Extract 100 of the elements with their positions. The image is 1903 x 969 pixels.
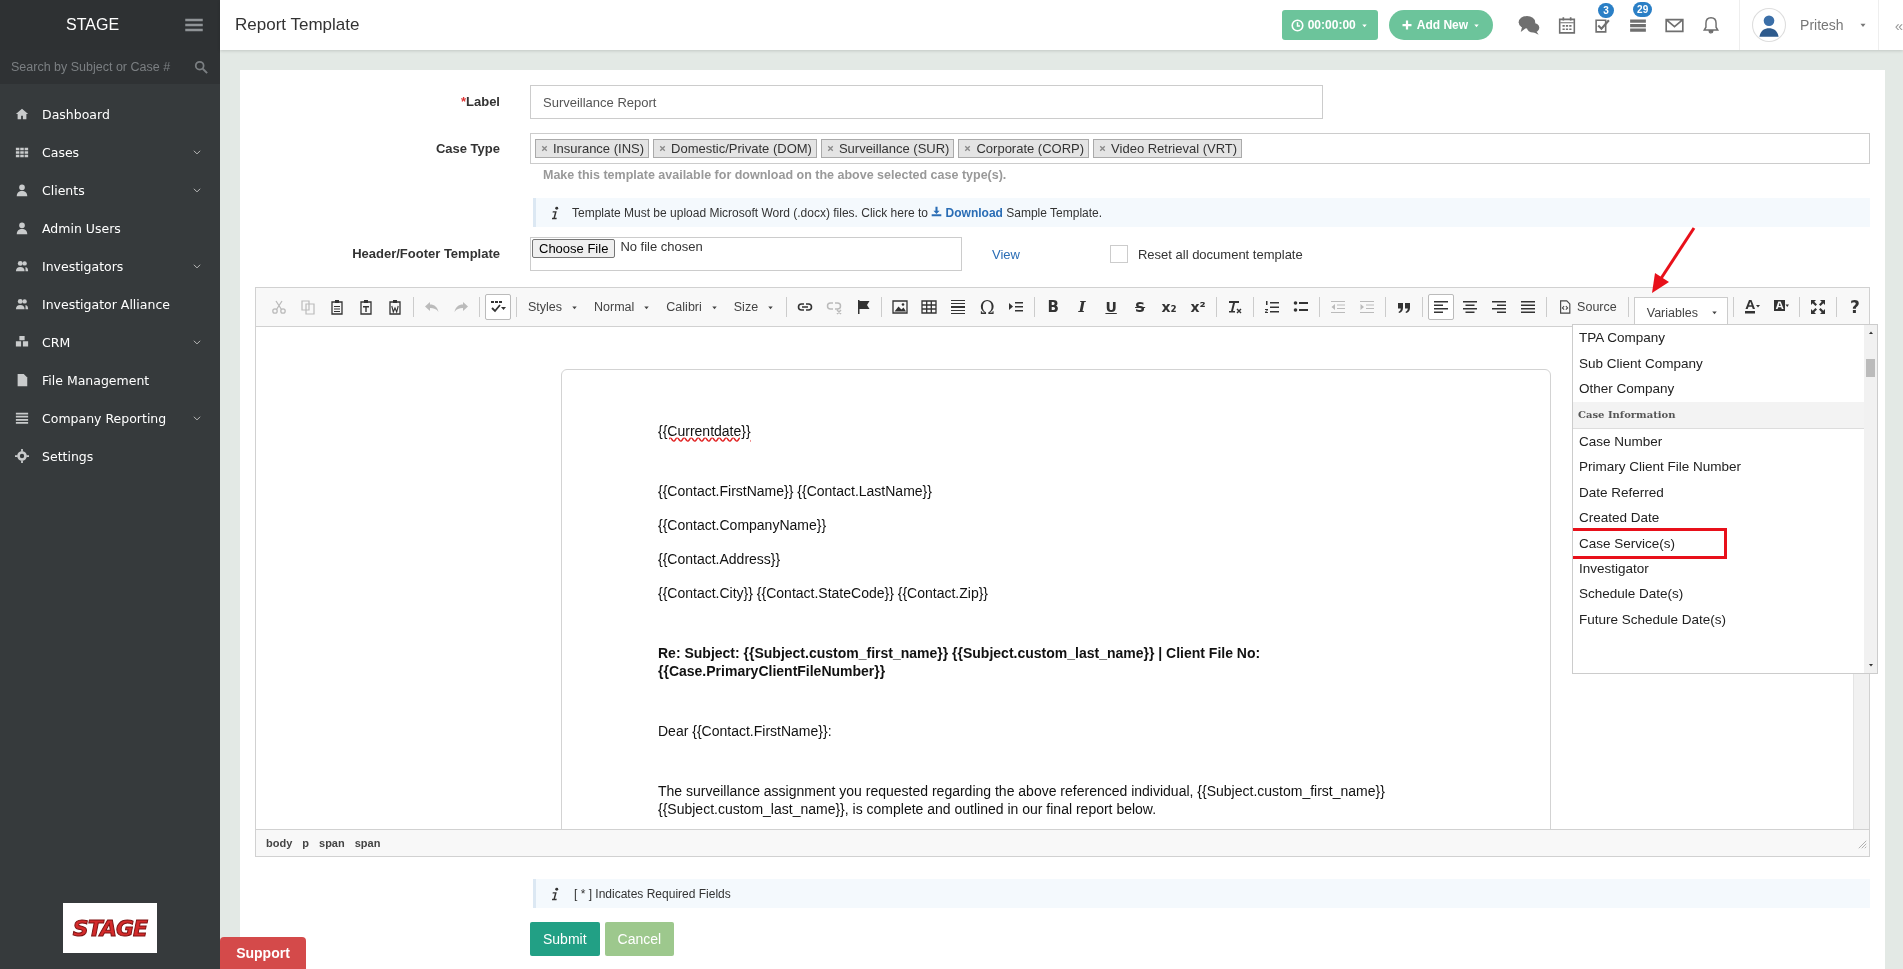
scroll-down-icon xyxy=(1866,661,1875,669)
cubes-icon xyxy=(15,335,29,349)
format-button[interactable]: U xyxy=(1098,294,1125,320)
file-field[interactable]: Choose File No file chosen xyxy=(530,237,962,271)
sidebar-item[interactable]: Clients xyxy=(0,171,220,209)
menu-item[interactable]: Case Number xyxy=(1573,428,1862,454)
menu-item[interactable]: Schedule Date(s) xyxy=(1573,581,1862,607)
user-menu[interactable]: Pritesh xyxy=(1752,8,1868,42)
case-type-tag[interactable]: Surveillance (SUR) xyxy=(820,139,955,158)
format-button[interactable]: x₂ xyxy=(1156,294,1183,320)
copy-icon xyxy=(300,299,316,315)
text-color-icon xyxy=(1743,299,1760,315)
label-field[interactable]: Surveillance Report xyxy=(530,85,1323,119)
spellcheck-button[interactable] xyxy=(485,294,511,320)
count-badge: 3 xyxy=(1598,2,1615,18)
indent-arrow-icon xyxy=(1008,299,1025,315)
dropdown-button[interactable]: Styles xyxy=(522,294,586,320)
element-path-link[interactable]: span xyxy=(354,837,381,849)
numbered-list-icon xyxy=(1264,299,1281,315)
outdent-icon xyxy=(1330,299,1347,315)
document-paragraph: The surveillance assignment you requested regarding the above referenced individual, {{Subject.custom_first_name}} {{Subject.custom_last_name}}, is complete and outlined in our final report below. xyxy=(658,782,1386,818)
gear-icon xyxy=(15,449,29,463)
support-button[interactable]: Support xyxy=(220,937,306,969)
notice-text: Template Must be upload Microsoft Word (.docx) files. Click here to Download Sample Template. xyxy=(572,205,1103,220)
case-type-tag[interactable]: Corporate (CORP) xyxy=(958,139,1090,158)
menu-item[interactable]: Sub Client Company xyxy=(1573,350,1862,376)
count-badge: 29 xyxy=(1633,2,1653,17)
menu-item[interactable]: Other Company xyxy=(1573,376,1862,402)
case-type-tag[interactable]: Insurance (INS) xyxy=(535,139,650,158)
flag-icon xyxy=(855,299,872,315)
grid-icon xyxy=(15,145,29,159)
remove-icon xyxy=(963,144,973,153)
menu-item[interactable]: Case Service(s) xyxy=(1573,527,1727,559)
sidebar-item[interactable]: CRM xyxy=(0,323,220,361)
search-field[interactable]: Search by Subject or Case # xyxy=(11,60,186,74)
page-title: Report Template xyxy=(235,15,361,35)
document-paragraph: Re: Subject: {{Subject.custom_first_name}} {{Subject.custom_last_name}} | Client File No: {{Case.PrimaryClientFileNumber}} xyxy=(658,644,1262,680)
list-icon xyxy=(15,411,29,425)
download-icon xyxy=(931,205,943,217)
format-button[interactable]: Ω xyxy=(974,294,1001,320)
search-bar[interactable]: Search by Subject or Case # xyxy=(0,50,220,84)
chevron-icon xyxy=(192,147,202,157)
list-icon xyxy=(1629,16,1648,34)
user-name: Pritesh xyxy=(1800,17,1844,33)
dropdown-button[interactable]: Normal xyxy=(588,294,658,320)
chevron-icon xyxy=(192,413,202,423)
download-link[interactable]: Download xyxy=(931,205,1003,220)
menu-item[interactable]: Date Referred xyxy=(1573,479,1862,505)
choose-file-button[interactable]: Choose File xyxy=(532,239,616,258)
menu-item[interactable]: Primary Client File Number xyxy=(1573,454,1862,480)
horizontal-lines-icon xyxy=(950,299,967,315)
sidebar-item[interactable]: Company Reporting xyxy=(0,399,220,437)
sidebar-item[interactable]: Investigator Alliance xyxy=(0,285,220,323)
people-icon xyxy=(15,297,29,311)
sidebar-item[interactable]: Investigators xyxy=(0,247,220,285)
format-button[interactable]: x² xyxy=(1185,294,1212,320)
checkbox-label: Reset all document template xyxy=(1137,246,1303,262)
align-right-icon xyxy=(1491,299,1508,315)
remove-icon xyxy=(1098,144,1108,153)
spellcheck-icon xyxy=(490,299,506,315)
sidebar-item[interactable]: Settings xyxy=(0,437,220,475)
view-link[interactable]: View xyxy=(992,246,1020,262)
align-justify-icon xyxy=(1520,299,1537,315)
element-path-link[interactable]: body xyxy=(266,837,293,849)
sidebar-item[interactable]: Admin Users xyxy=(0,209,220,247)
sidebar-item[interactable]: Dashboard xyxy=(0,95,220,133)
case-type-field[interactable]: Insurance (INS) Domestic/Private (DOM) Surveillance (SUR) Corporate (CORP) Video Retrieval (VRT) xyxy=(530,133,1870,164)
align-left-button[interactable] xyxy=(1428,294,1455,320)
avatar-icon xyxy=(1752,8,1787,42)
menu-section-header: Case Information xyxy=(1573,401,1864,429)
unlink-icon xyxy=(826,299,843,315)
sidebar-item[interactable]: File Management xyxy=(0,361,220,399)
field-label: Header/Footer Template xyxy=(351,245,500,263)
clipboard-word-icon xyxy=(387,299,403,315)
plus-icon xyxy=(1400,19,1413,31)
checkbox-button[interactable]: 3 xyxy=(1594,2,1612,34)
checkbox[interactable] xyxy=(1109,245,1128,263)
person-icon xyxy=(15,221,29,235)
element-path-link[interactable]: span xyxy=(319,837,345,849)
chevron-icon xyxy=(192,261,202,271)
format-button[interactable]: S xyxy=(1127,294,1154,320)
case-type-tag[interactable]: Video Retrieval (VRT) xyxy=(1093,139,1243,158)
dropdown-button[interactable]: Calibri xyxy=(660,294,725,320)
menu-item[interactable]: TPA Company xyxy=(1573,325,1862,351)
case-type-tag[interactable]: Domestic/Private (DOM) xyxy=(653,139,817,158)
dropdown-button[interactable]: Size xyxy=(727,294,782,320)
element-path-link[interactable]: p xyxy=(302,837,309,849)
variables-dropdown[interactable]: Variables xyxy=(1633,297,1728,327)
document-paragraph: Dear {{Contact.FirstName}}: xyxy=(658,722,833,740)
format-button[interactable]: B xyxy=(1040,294,1067,320)
scroll-thumb[interactable] xyxy=(1866,359,1875,377)
source-button[interactable]: Source xyxy=(1552,294,1623,320)
sidebar-item[interactable]: Cases xyxy=(0,133,220,171)
calendar-button[interactable] xyxy=(1558,16,1577,34)
format-button[interactable]: I xyxy=(1069,294,1096,320)
chat-button[interactable] xyxy=(1518,14,1541,36)
logo: STAGE xyxy=(63,903,157,953)
bell-button[interactable] xyxy=(1702,16,1721,34)
format-button[interactable]: ? xyxy=(1841,294,1868,320)
menu-item[interactable]: Future Schedule Date(s) xyxy=(1573,606,1862,632)
